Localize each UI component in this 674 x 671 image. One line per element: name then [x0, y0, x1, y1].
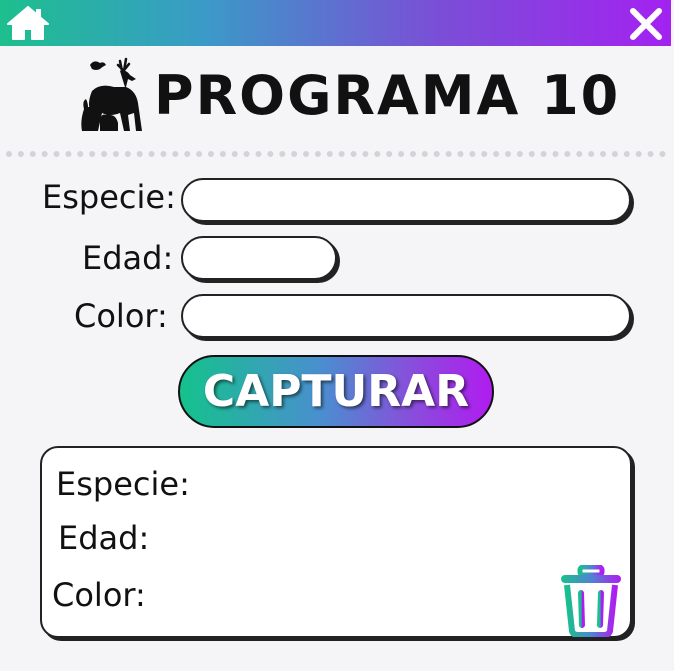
result-edad-label: Edad:	[58, 519, 150, 557]
edad-label: Edad:	[82, 239, 174, 277]
capture-button[interactable]: CAPTURAR	[178, 355, 494, 428]
result-especie-label: Especie:	[56, 465, 190, 503]
close-icon[interactable]	[628, 6, 664, 42]
trash-icon[interactable]	[558, 565, 624, 637]
animals-silhouette-icon	[81, 57, 142, 131]
especie-label: Especie:	[42, 178, 176, 216]
color-input[interactable]	[181, 294, 631, 338]
dotted-divider	[6, 151, 666, 157]
capture-button-label: CAPTURAR	[202, 366, 470, 417]
result-color-label: Color:	[52, 576, 146, 614]
home-icon[interactable]	[6, 4, 50, 42]
edad-input[interactable]	[181, 236, 337, 280]
title-row: PROGRAMA 10	[80, 56, 620, 136]
color-label: Color:	[74, 297, 168, 335]
page-title: PROGRAMA 10	[154, 64, 621, 127]
header-bar	[0, 0, 671, 46]
especie-input[interactable]	[181, 178, 631, 222]
